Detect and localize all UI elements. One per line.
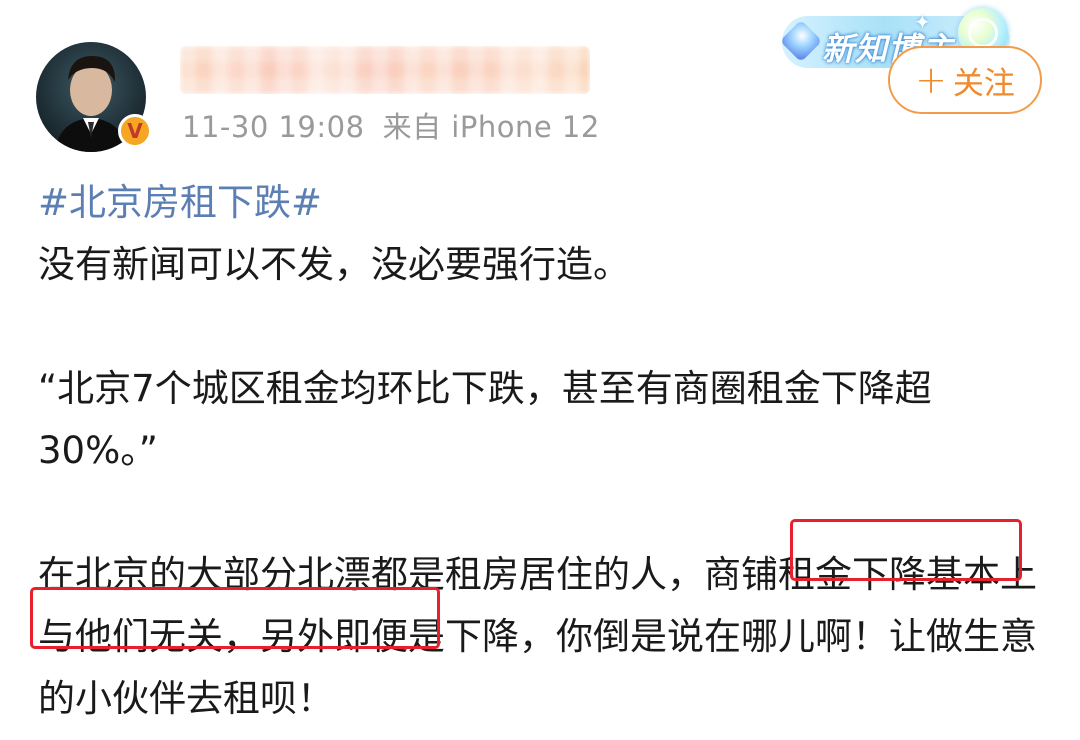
post-line-1: 没有新闻可以不发，没必要强行造。 [38, 243, 630, 286]
hashtag-link[interactable]: #北京房租下跌# [38, 181, 322, 224]
verified-v-icon: V [118, 114, 152, 148]
post-meta: 11-30 19:08 来自 iPhone 12 [182, 104, 600, 146]
post-source: 来自 iPhone 12 [382, 110, 600, 144]
username-blurred[interactable] [180, 46, 590, 94]
sparkle-icon: ✦ [914, 10, 931, 34]
follow-label: 关注 [952, 65, 1015, 102]
follow-button[interactable]: + 关注 [888, 46, 1042, 114]
post-time: 11-30 19:08 [182, 110, 365, 144]
post-quote: “北京7个城区租金均环比下跌，甚至有商圈租金下降超30%。” [38, 367, 932, 472]
plus-icon: + [915, 58, 947, 102]
post-body: #北京房租下跌# 没有新闻可以不发，没必要强行造。 “北京7个城区租金均环比下跌… [38, 172, 1048, 730]
avatar[interactable]: V [36, 42, 152, 152]
paragraph-text-a: 在北京的大部分北漂都是租房居住的人， [38, 553, 704, 596]
username-blur [180, 46, 590, 94]
post-paragraph-3: 在北京的大部分北漂都是租房居住的人，商铺租金下降基本上与他们无关，另外即便是下降… [38, 544, 1048, 730]
